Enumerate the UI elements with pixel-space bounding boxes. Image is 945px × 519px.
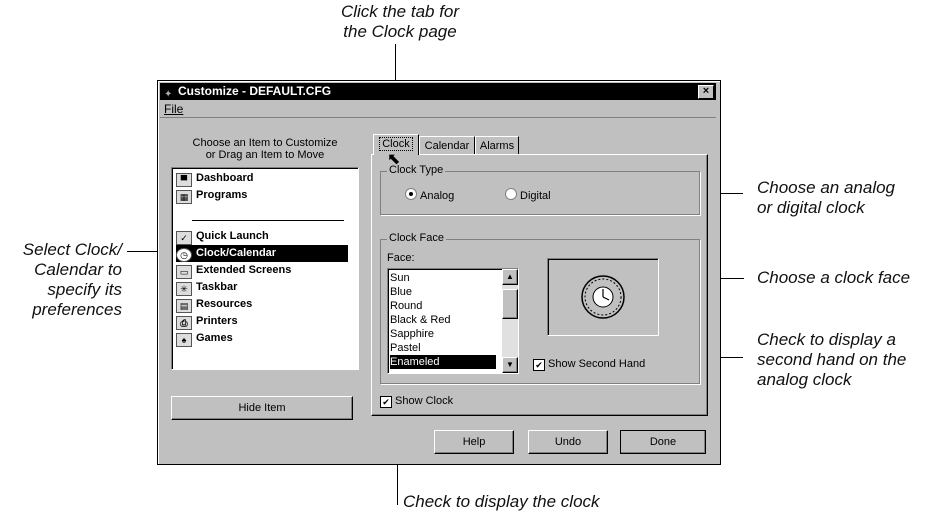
analog-clock-icon bbox=[581, 275, 625, 319]
clock-preview bbox=[547, 258, 659, 336]
callout-second-hand: Check to display a second hand on the an… bbox=[757, 330, 907, 389]
clock-type-group: Clock Type Analog Digital bbox=[380, 164, 700, 215]
programs-icon: ▦ bbox=[176, 190, 192, 204]
clock-icon: ◷ bbox=[176, 248, 192, 262]
face-item[interactable]: Blue bbox=[390, 285, 412, 299]
radio-analog[interactable]: Analog bbox=[405, 188, 454, 202]
list-item-taskbar[interactable]: ✳ Taskbar bbox=[176, 279, 237, 296]
callout-tab: Click the tab for the Clock page bbox=[340, 2, 460, 41]
scroll-up-icon[interactable]: ▲ bbox=[502, 269, 518, 285]
list-item-extended-screens[interactable]: ▭ Extended Screens bbox=[176, 262, 291, 279]
menu-bar: File bbox=[160, 101, 716, 118]
quick-launch-icon: ✓ bbox=[176, 231, 192, 245]
face-item[interactable]: Sun bbox=[390, 271, 410, 285]
list-item-quick-launch[interactable]: ✓ Quick Launch bbox=[176, 228, 269, 245]
face-list[interactable]: Sun Blue Round Black & Red Sapphire Past… bbox=[387, 268, 519, 374]
customize-window: ✦ Customize - DEFAULT.CFG × File Choose … bbox=[157, 80, 721, 465]
radio-analog-button[interactable] bbox=[405, 188, 417, 200]
help-button[interactable]: Help bbox=[434, 430, 514, 454]
list-item-printers[interactable]: ⎙ Printers bbox=[176, 313, 238, 330]
undo-button[interactable]: Undo bbox=[528, 430, 608, 454]
radio-digital[interactable]: Digital bbox=[505, 188, 551, 202]
dashboard-icon: ▀ bbox=[176, 173, 192, 187]
games-icon: ♠ bbox=[176, 333, 192, 347]
list-item-programs[interactable]: ▦ Programs bbox=[176, 187, 247, 204]
callout-clock-type: Choose an analog or digital clock bbox=[757, 178, 896, 217]
face-item[interactable]: Black & Red bbox=[390, 313, 451, 327]
list-divider bbox=[192, 220, 344, 221]
list-header: Choose an Item to Customize or Drag an I… bbox=[192, 137, 338, 161]
face-item[interactable]: Round bbox=[390, 299, 422, 313]
list-item-games[interactable]: ♠ Games bbox=[176, 330, 233, 347]
tab-panel: Clock Type Analog Digital Clock Face Fac… bbox=[371, 154, 708, 416]
scroll-thumb[interactable] bbox=[502, 289, 518, 319]
tab-alarms[interactable]: Alarms bbox=[475, 136, 519, 156]
done-button[interactable]: Done bbox=[620, 430, 706, 454]
show-clock-checkbox[interactable]: ✔ bbox=[380, 396, 392, 408]
mouse-cursor-icon: ⬉ bbox=[387, 151, 401, 168]
callout-show-clock: Check to display the clock bbox=[403, 492, 600, 511]
hide-item-button[interactable]: Hide Item bbox=[171, 396, 353, 420]
item-list[interactable]: ▀ Dashboard ▦ Programs ✓ Quick Launch ◷ Cloc… bbox=[171, 167, 359, 370]
face-item-selected[interactable]: Enameled bbox=[390, 355, 496, 369]
resources-icon: ▤ bbox=[176, 299, 192, 313]
radio-digital-button[interactable] bbox=[505, 188, 517, 200]
clock-face-label: Clock Face bbox=[387, 232, 447, 244]
list-item-dashboard[interactable]: ▀ Dashboard bbox=[176, 170, 253, 187]
scroll-down-icon[interactable]: ▼ bbox=[502, 357, 518, 373]
tab-calendar[interactable]: Calendar bbox=[419, 136, 475, 156]
face-label: Face: bbox=[387, 252, 415, 264]
face-item[interactable]: Pastel bbox=[390, 341, 421, 355]
face-item[interactable]: Sapphire bbox=[390, 327, 434, 341]
taskbar-icon: ✳ bbox=[176, 282, 192, 296]
close-icon[interactable]: × bbox=[698, 85, 714, 99]
show-clock[interactable]: ✔ Show Clock bbox=[380, 395, 453, 408]
clock-face-group: Clock Face Face: Sun Blue Round Black & … bbox=[380, 232, 700, 384]
screens-icon: ▭ bbox=[176, 265, 192, 279]
show-second-hand[interactable]: ✔ Show Second Hand bbox=[533, 358, 645, 371]
printer-icon: ⎙ bbox=[176, 316, 192, 330]
second-hand-checkbox[interactable]: ✔ bbox=[533, 359, 545, 371]
list-item-clock-calendar[interactable]: ◷ Clock/Calendar bbox=[176, 245, 348, 262]
title-bar[interactable]: ✦ Customize - DEFAULT.CFG × bbox=[160, 83, 716, 100]
list-item-resources[interactable]: ▤ Resources bbox=[176, 296, 252, 313]
face-scrollbar[interactable]: ▲ ▼ bbox=[502, 269, 518, 373]
menu-file[interactable]: File bbox=[164, 101, 183, 117]
callout-clock-face: Choose a clock face bbox=[757, 268, 911, 287]
window-title: Customize - DEFAULT.CFG bbox=[178, 84, 332, 98]
callout-select-item: Select Clock/ Calendar to specify its pr… bbox=[22, 240, 122, 319]
